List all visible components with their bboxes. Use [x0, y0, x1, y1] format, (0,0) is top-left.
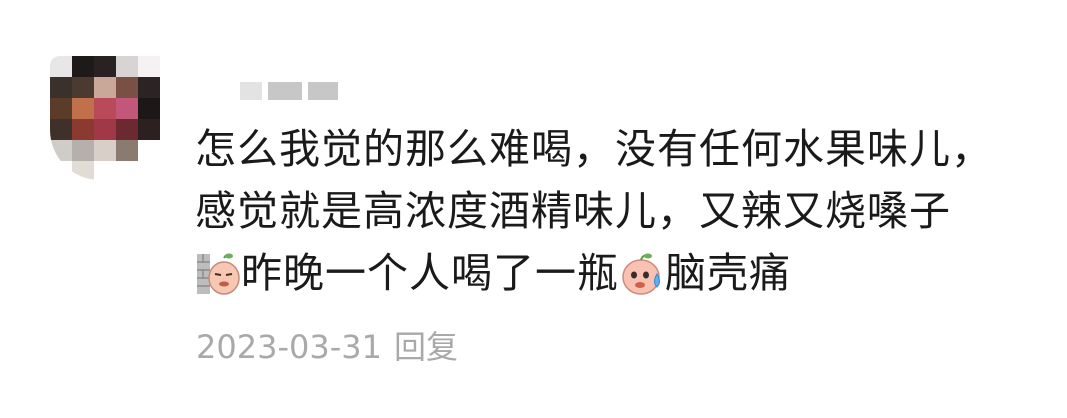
- comment-line-3-text: 昨晚一个人喝了一瓶: [241, 249, 619, 297]
- username-redacted[interactable]: [240, 78, 370, 104]
- comment-line-2: 感觉就是高浓度酒精味儿，又辣又烧嗓子: [195, 187, 951, 235]
- redacted-block: [308, 82, 338, 100]
- reply-button[interactable]: 回复: [394, 328, 458, 366]
- comment-line-3: 昨晚一个人喝了一瓶 脑壳痛: [195, 242, 993, 304]
- sweat-emoji-icon: [622, 253, 660, 295]
- comment-line-3-tail: 脑壳痛: [665, 249, 791, 297]
- redacted-block: [268, 82, 302, 100]
- comment-line-1: 怎么我觉的那么难喝，没有任何水果味儿，: [195, 125, 993, 173]
- comment-text: 怎么我觉的那么难喝，没有任何水果味儿， 感觉就是高浓度酒精味儿，又辣又烧嗓子 昨…: [195, 118, 993, 304]
- user-avatar-pixelated[interactable]: [50, 56, 160, 180]
- redacted-block: [240, 82, 262, 100]
- wall-lean-emoji-icon: [197, 253, 240, 295]
- comment-meta: 2023-03-31 回复: [196, 322, 458, 368]
- comment-date: 2023-03-31: [196, 328, 382, 366]
- avatar-mosaic: [50, 56, 160, 180]
